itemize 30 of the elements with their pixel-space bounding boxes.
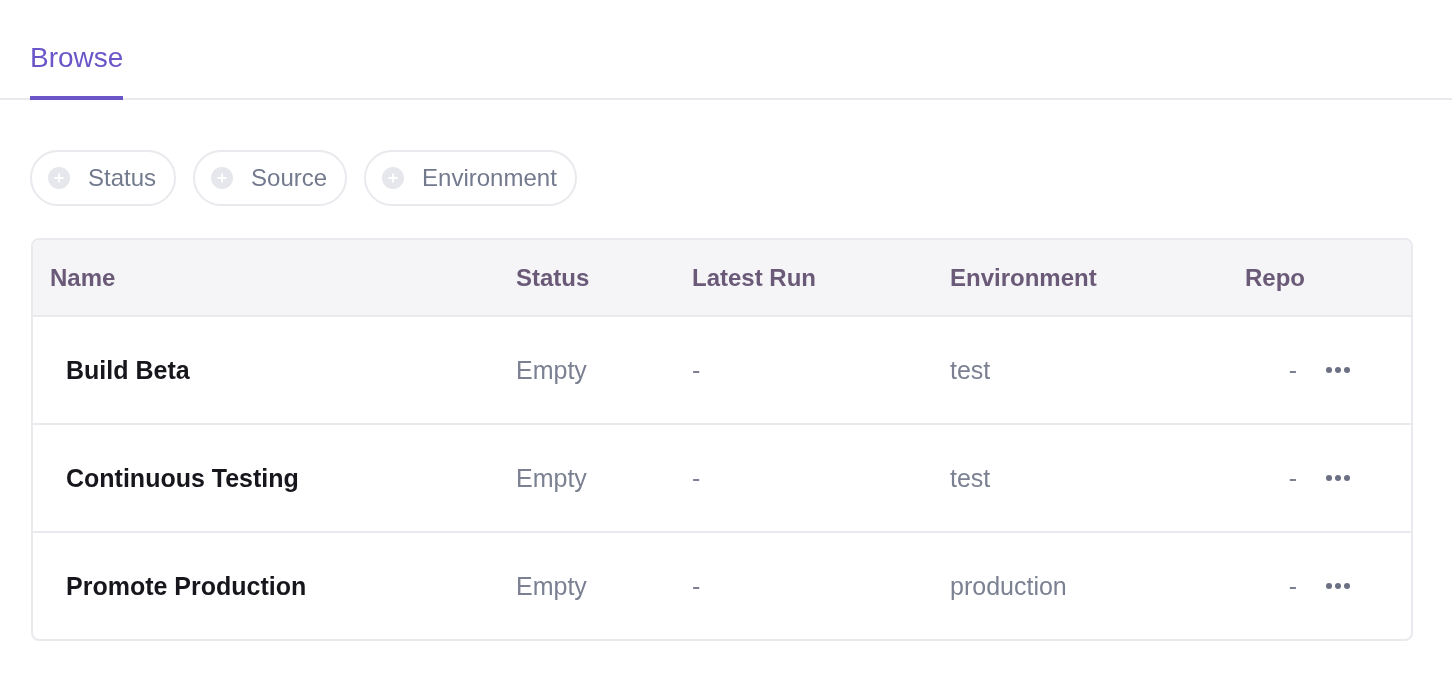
table-cell-text: production [950,571,1068,601]
table-cell-text: Promote Production [65,571,308,601]
table-cell-text: - [692,355,702,385]
plus-icon [382,167,405,189]
column-header: Name [49,263,117,292]
table-cell: - [1288,463,1297,492]
table-cell-text: Continuous Testing [65,463,300,493]
column-header: Status [516,263,591,292]
table-cell-text: Build Beta [65,355,191,385]
ellipsis-icon [1325,474,1351,482]
table-cell-text: - [692,463,702,493]
plus-icon [211,167,234,189]
column-header: Latest Run [692,263,817,292]
filter-chip[interactable]: Source [193,150,348,206]
table-cell-text: Empty [516,355,588,385]
tab[interactable]: Browse [30,42,124,100]
table-cell-text: Empty [516,463,588,493]
ellipsis-icon [1325,582,1351,590]
table-cell-text: test [950,463,992,493]
table-cell: - [1288,355,1297,384]
table-cell-text: Empty [516,571,588,601]
table-cell: - [1288,571,1297,600]
ellipsis-icon [1325,366,1351,374]
table-cell-text: test [950,355,992,385]
filter-chip[interactable]: Environment [364,150,577,206]
filter-chip[interactable]: Status [30,150,177,206]
column-header: Repo [1245,263,1306,292]
table-cell-text: - [692,571,702,601]
plus-icon [48,167,70,189]
column-header: Environment [950,263,1098,292]
